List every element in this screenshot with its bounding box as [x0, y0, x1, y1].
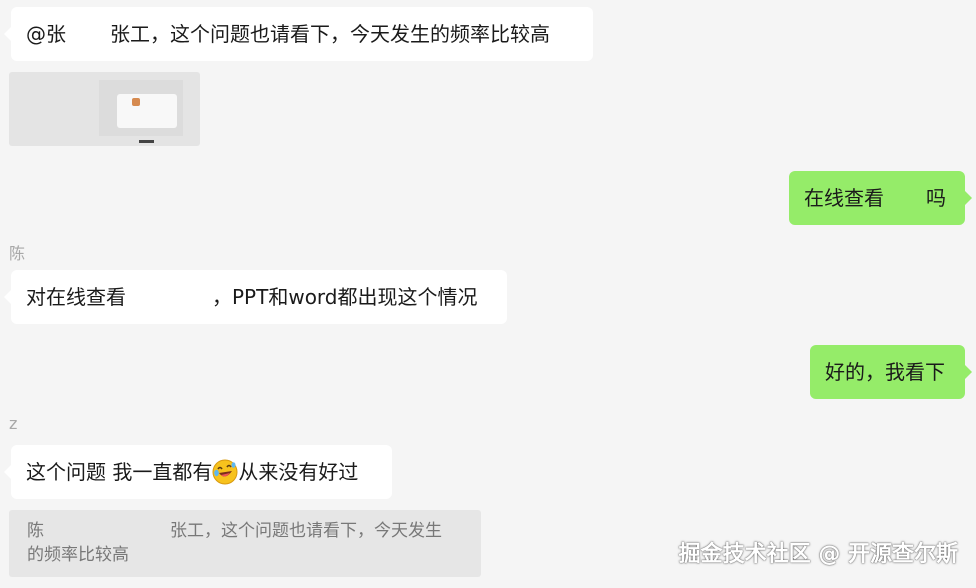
sender-name: z	[9, 414, 18, 433]
quote-sender: 陈	[27, 521, 44, 541]
quote-line: 的频率比较高	[27, 545, 129, 565]
message-text: 张工，这个问题也请看下，今天发生的频率比较高	[110, 22, 550, 46]
outgoing-message-bubble[interactable]: 好的，我看下	[810, 345, 972, 399]
screenshot-preview	[99, 80, 183, 143]
quote-text: 张工，这个问题也请看下，今天发生	[170, 521, 442, 541]
quote-line: 陈 张工，这个问题也请看下，今天发生	[27, 519, 463, 543]
message-text: ，PPT和word都出现这个情况	[212, 285, 478, 309]
image-attachment-thumbnail[interactable]	[9, 72, 200, 146]
incoming-message-bubble[interactable]: 这个问题 我一直都有 从来没有好过	[4, 445, 392, 499]
dialog-preview	[117, 94, 177, 128]
message-text: 这个问题 我一直都有	[26, 460, 213, 484]
message-text: 在线查看	[804, 186, 884, 210]
message-text: 对在线查看	[26, 285, 126, 309]
incoming-message-bubble[interactable]: @张 张工，这个问题也请看下，今天发生的频率比较高	[4, 7, 593, 61]
rolling-on-floor-laughing-icon	[212, 459, 238, 484]
mention-text[interactable]: @张	[26, 22, 66, 46]
quoted-message[interactable]: 陈 张工，这个问题也请看下，今天发生 的频率比较高	[9, 510, 481, 577]
button-preview	[139, 140, 154, 143]
message-text: 吗	[926, 186, 946, 210]
sender-name: 陈	[9, 244, 26, 263]
message-text: 从来没有好过	[238, 460, 359, 484]
app-logo-icon	[132, 98, 140, 106]
incoming-message-bubble[interactable]: 对在线查看 ，PPT和word都出现这个情况	[4, 270, 507, 324]
watermark: 掘金技术社区 @ 开源查尔斯	[678, 542, 958, 567]
message-text: 好的，我看下	[825, 360, 945, 384]
outgoing-message-bubble[interactable]: 在线查看 吗	[789, 171, 972, 225]
